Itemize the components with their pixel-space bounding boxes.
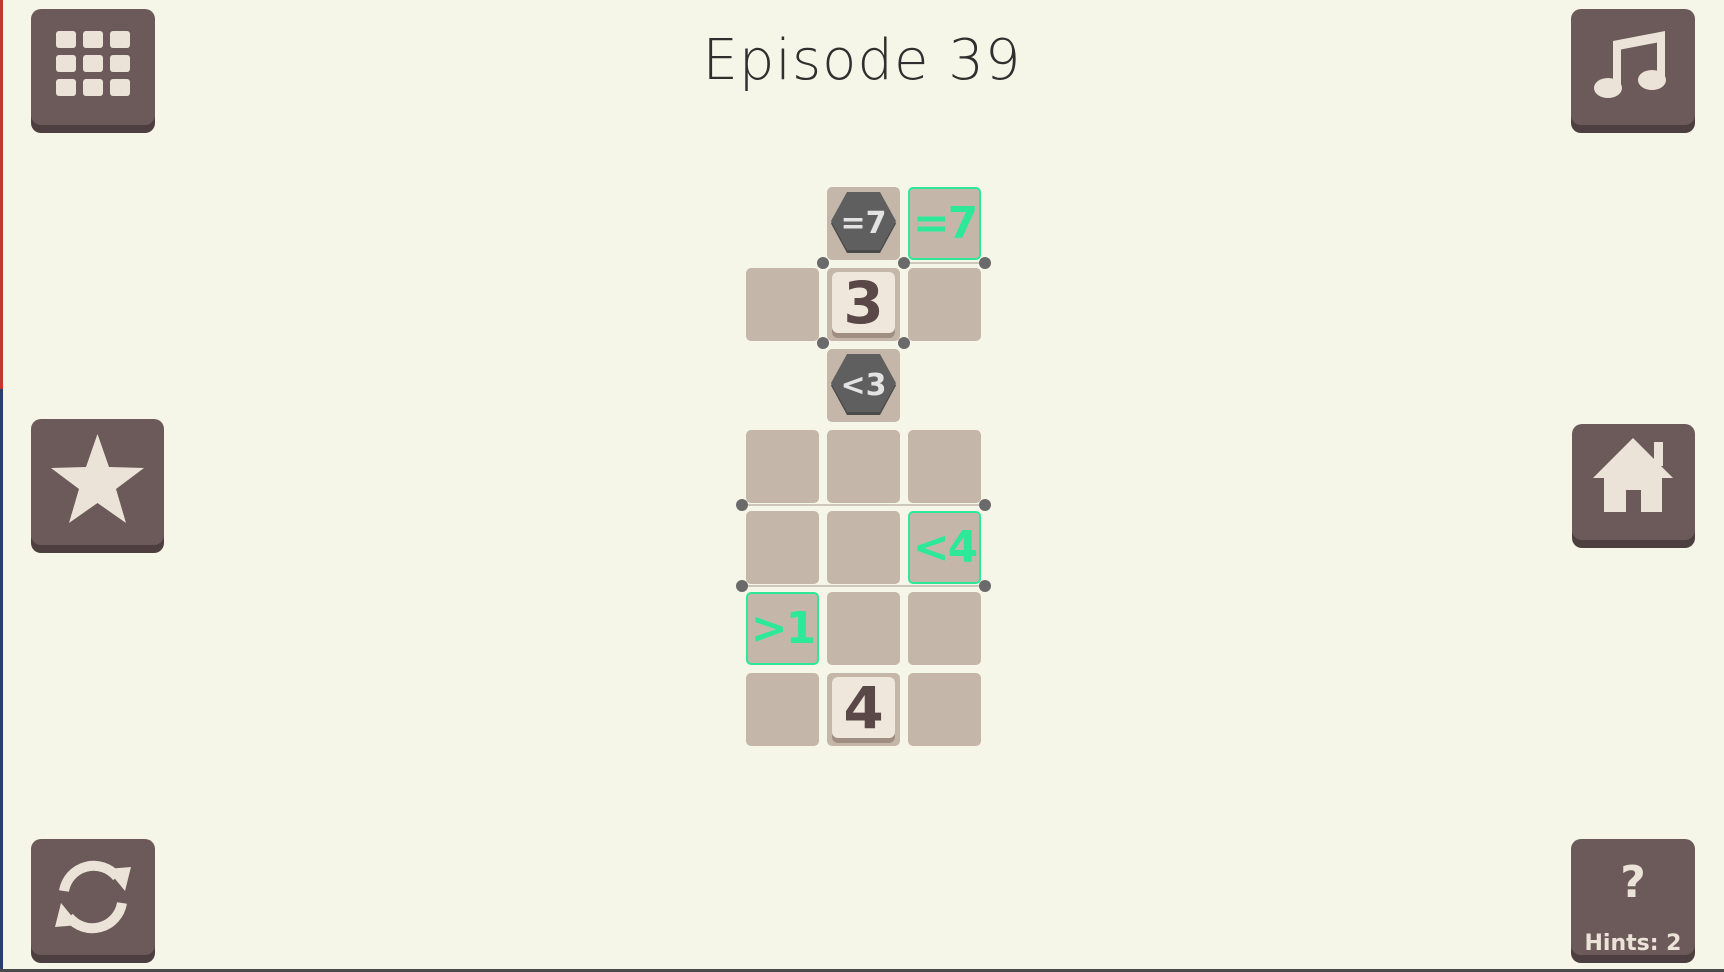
constraint-label: =7 [840, 206, 887, 241]
episode-title: Episode 39 [0, 28, 1724, 93]
target-clue-cell[interactable]: =7 [908, 187, 981, 260]
number-tile-cell[interactable]: 3 [827, 268, 900, 341]
hint-button[interactable]: ? Hints: 2 [1571, 839, 1695, 956]
empty-cell[interactable] [908, 430, 981, 503]
level-menu-button[interactable] [31, 9, 155, 125]
empty-cell[interactable] [908, 268, 981, 341]
number-tile[interactable]: 4 [832, 677, 895, 738]
hexagon-icon: =7 [829, 189, 898, 263]
connector-line [742, 585, 985, 587]
favorite-button[interactable] [31, 419, 164, 545]
number-tile-cell[interactable]: 4 [827, 673, 900, 746]
home-icon [1593, 438, 1673, 512]
restart-button[interactable] [31, 839, 155, 955]
music-toggle-button[interactable] [1571, 9, 1695, 125]
connector-dot [817, 257, 829, 269]
hint-question-mark: ? [1620, 857, 1646, 908]
empty-cell[interactable] [908, 673, 981, 746]
window-edge [0, 0, 3, 972]
empty-cell[interactable] [746, 430, 819, 503]
empty-cell[interactable] [746, 511, 819, 584]
target-clue-cell[interactable]: >1 [746, 592, 819, 665]
episode-label: Episode [702, 28, 930, 93]
empty-cell[interactable] [908, 592, 981, 665]
empty-cell[interactable] [746, 268, 819, 341]
music-note-icon [1594, 31, 1666, 98]
connector-dot [979, 499, 991, 511]
connector-dot [979, 580, 991, 592]
hints-remaining-label: Hints: 2 [1584, 931, 1682, 956]
target-clue-cell[interactable]: <4 [908, 511, 981, 584]
constraint-label: <3 [840, 368, 887, 403]
constraint-cell: <3 [827, 349, 900, 422]
connector-dot [979, 257, 991, 269]
grid-icon [56, 31, 130, 96]
empty-cell[interactable] [827, 511, 900, 584]
home-button[interactable] [1572, 424, 1695, 540]
hexagon-icon: <3 [829, 351, 898, 425]
empty-cell[interactable] [746, 673, 819, 746]
connector-line [742, 504, 985, 506]
empty-cell[interactable] [827, 430, 900, 503]
connector-dot [898, 257, 910, 269]
number-tile[interactable]: 3 [832, 272, 895, 333]
connector-line [903, 262, 985, 264]
constraint-cell: =7 [827, 187, 900, 260]
restart-icon [55, 860, 131, 934]
empty-cell[interactable] [827, 592, 900, 665]
episode-number: 39 [948, 28, 1022, 93]
star-icon [51, 434, 144, 523]
